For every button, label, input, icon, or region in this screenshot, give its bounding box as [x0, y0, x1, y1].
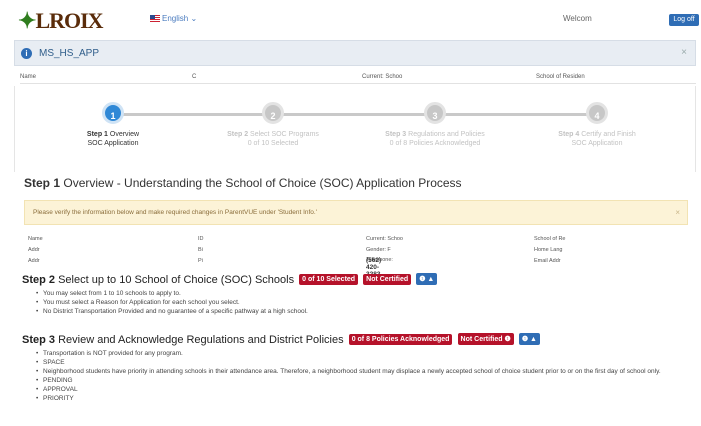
step-label: Step 1 Overview SOC Application [86, 131, 140, 147]
step3-heading: Step 3 Review and Acknowledge Regulation… [22, 333, 540, 346]
app-logo[interactable]: ✦LROIX [18, 8, 104, 34]
school-of-residence-label: School of Residen [536, 74, 585, 80]
pi-label: Pi [198, 258, 203, 264]
step-label: Step 4 Certify and Finish SOC Applicatio… [558, 131, 636, 147]
list-item: Transportation is NOT provided for any p… [36, 349, 676, 358]
step-label: Step 3 Regulations and Policies 0 of 8 P… [385, 131, 485, 147]
name-label: Name [28, 236, 43, 242]
selected-count-badge: 0 of 10 Selected [299, 274, 359, 285]
name-label: Name [20, 74, 37, 80]
step1-heading: Step 1 Overview - Understanding the Scho… [24, 176, 462, 190]
verify-info-alert: Please verify the information below and … [24, 200, 688, 225]
welcome-text: Welcom [563, 14, 592, 23]
address-label: Addr [28, 258, 40, 264]
step2-bullet-list: You may select from 1 to 10 schools to a… [36, 289, 308, 316]
step-number: 2 [262, 102, 284, 124]
email-label: Email Addr [534, 258, 561, 264]
list-item: PENDING [36, 376, 676, 385]
step2-heading: Step 2 Select up to 10 School of Choice … [22, 273, 438, 286]
student-summary-row: Name C Current: Schoo School of Residen [20, 72, 696, 84]
step-number: 3 [424, 102, 446, 124]
step-wizard: 1 Step 1 Overview SOC Application 2 Step… [14, 86, 696, 172]
address-label: Addr [28, 247, 40, 253]
not-certified-badge: Not Certified [363, 274, 412, 285]
not-certified-badge: Not Certified ❶ [457, 333, 514, 345]
list-item: No District Transportation Provided and … [36, 307, 308, 316]
top-bar: ✦LROIX English ⌄ Welcom Log off [0, 0, 701, 36]
language-selector[interactable]: English ⌄ [150, 14, 197, 23]
logoff-button[interactable]: Log off [669, 14, 699, 26]
current-school-label: Current: Schoo [362, 74, 403, 80]
list-item: PRIORITY [36, 394, 676, 403]
step-label: Step 2 Select SOC Programs 0 of 10 Selec… [227, 131, 319, 147]
step-number: 1 [102, 102, 124, 124]
list-item: Neighborhood students have priority in a… [36, 367, 676, 376]
list-item: You must select a Reason for Application… [36, 298, 308, 307]
list-item: APPROVAL [36, 385, 676, 394]
gender-label: Gender: F [366, 247, 391, 253]
list-item: You may select from 1 to 10 schools to a… [36, 289, 308, 298]
step3-bullet-list: Transportation is NOT provided for any p… [36, 349, 676, 403]
info-toggle-button[interactable]: ❶ ▲ [416, 273, 438, 285]
current-school-label: Current: Schoo [366, 236, 403, 242]
birth-label: Bi [198, 247, 203, 253]
info-icon: i [21, 48, 32, 59]
close-icon[interactable]: × [675, 208, 680, 217]
us-flag-icon [150, 15, 160, 22]
wizard-progress-line [114, 113, 598, 116]
close-icon[interactable]: × [681, 47, 687, 58]
home-language-label: Home Lang [534, 247, 563, 253]
info-toggle-button[interactable]: ❶ ▲ [518, 333, 540, 345]
step-number: 4 [586, 102, 608, 124]
alert-message: Please verify the information below and … [33, 209, 317, 216]
app-title: MS_HS_APP [39, 48, 100, 59]
student-info-grid: Name Addr Addr ID Bi Pi Current: Schoo G… [28, 236, 566, 278]
app-header-bar: i MS_HS_APP × [14, 40, 696, 66]
acknowledged-count-badge: 0 of 8 Policies Acknowledged [348, 334, 453, 345]
id-label: ID [198, 236, 204, 242]
list-item: SPACE [36, 358, 676, 367]
school-of-residence-label: School of Re [534, 236, 566, 242]
c-label: C [192, 74, 197, 80]
